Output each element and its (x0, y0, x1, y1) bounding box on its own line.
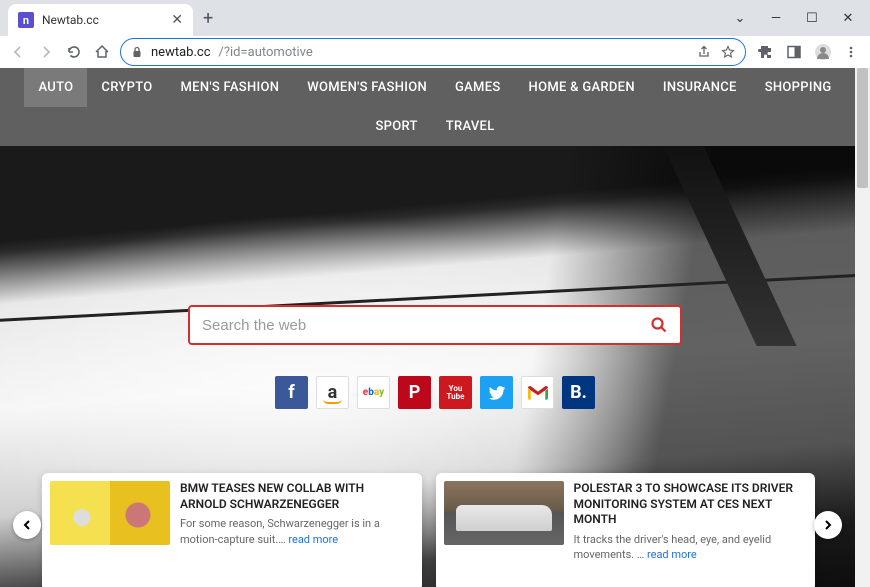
nav-item-home-garden[interactable]: HOME & GARDEN (515, 68, 649, 107)
menu-icon[interactable] (844, 45, 858, 59)
favicon: n (18, 12, 34, 28)
quicklink-youtube[interactable]: You Tube (439, 376, 472, 409)
search-input[interactable] (202, 317, 650, 334)
quicklink-pinterest[interactable]: P (398, 376, 431, 409)
quicklink-booking[interactable]: B. (562, 376, 595, 409)
card-thumbnail (50, 481, 170, 545)
lock-icon (131, 46, 143, 58)
nav-item-games[interactable]: GAMES (441, 68, 515, 107)
browser-toolbar: newtab.cc /?id=automotive (0, 36, 870, 68)
nav-item-shopping[interactable]: SHOPPING (751, 68, 846, 107)
chevron-down-icon[interactable]: ⌄ (730, 11, 750, 26)
read-more-link[interactable]: read more (288, 533, 338, 546)
quick-links: faebayPYou Tube B. (275, 376, 595, 409)
nav-item-crypto[interactable]: CRYPTO (87, 68, 166, 107)
card-body: POLESTAR 3 TO SHOWCASE ITS DRIVER MONITO… (574, 481, 808, 583)
scrollbar[interactable] (855, 68, 870, 587)
search-icon[interactable] (650, 316, 668, 334)
nav-item-men-s-fashion[interactable]: MEN'S FASHION (167, 68, 294, 107)
url-host: newtab.cc (151, 45, 211, 60)
hero-section: faebayPYou Tube B. BMW TEASES NEW COLLAB … (0, 146, 870, 587)
url-path: /?id=automotive (219, 45, 313, 60)
star-icon[interactable] (721, 45, 735, 59)
card-title: POLESTAR 3 TO SHOWCASE ITS DRIVER MONITO… (574, 481, 808, 528)
extensions-icon[interactable] (758, 44, 774, 60)
quicklink-facebook[interactable]: f (275, 376, 308, 409)
card-thumbnail (444, 481, 564, 545)
search-container (188, 305, 682, 345)
article-card[interactable]: POLESTAR 3 TO SHOWCASE ITS DRIVER MONITO… (436, 473, 816, 587)
nav-item-auto[interactable]: AUTO (24, 68, 87, 107)
back-button[interactable] (8, 44, 28, 60)
category-nav: AUTOCRYPTOMEN'S FASHIONWOMEN'S FASHIONGA… (0, 68, 870, 146)
search-box (188, 305, 682, 345)
page-content: AUTOCRYPTOMEN'S FASHIONWOMEN'S FASHIONGA… (0, 68, 870, 587)
article-cards: BMW TEASES NEW COLLAB WITH ARNOLD SCHWAR… (42, 473, 815, 587)
card-title: BMW TEASES NEW COLLAB WITH ARNOLD SCHWAR… (180, 481, 414, 512)
nav-item-insurance[interactable]: INSURANCE (649, 68, 751, 107)
address-bar[interactable]: newtab.cc /?id=automotive (120, 38, 746, 66)
maximize-icon[interactable]: ☐ (802, 11, 822, 26)
nav-item-travel[interactable]: TRAVEL (432, 107, 509, 146)
tab-strip: n Newtab.cc ✕ + ⌄ — ☐ ✕ (0, 0, 870, 36)
scrollbar-thumb[interactable] (857, 68, 868, 188)
reload-button[interactable] (64, 44, 84, 60)
card-description: It tracks the driver's head, eye, and ey… (574, 532, 808, 563)
home-button[interactable] (92, 44, 112, 60)
tab-title: Newtab.cc (42, 13, 163, 27)
forward-button[interactable] (36, 44, 56, 60)
quicklink-twitter[interactable] (480, 376, 513, 409)
quicklink-gmail[interactable] (521, 376, 554, 409)
quicklink-amazon[interactable]: a (316, 376, 349, 409)
profile-icon[interactable] (814, 43, 832, 61)
article-card[interactable]: BMW TEASES NEW COLLAB WITH ARNOLD SCHWAR… (42, 473, 422, 587)
card-body: BMW TEASES NEW COLLAB WITH ARNOLD SCHWAR… (180, 481, 414, 583)
nav-item-women-s-fashion[interactable]: WOMEN'S FASHION (293, 68, 441, 107)
close-icon[interactable]: ✕ (171, 12, 183, 28)
browser-tab[interactable]: n Newtab.cc ✕ (8, 4, 193, 36)
quicklink-ebay[interactable]: ebay (357, 376, 390, 409)
read-more-link[interactable]: read more (647, 548, 697, 561)
new-tab-button[interactable]: + (197, 8, 219, 29)
window-controls: ⌄ — ☐ ✕ (730, 11, 862, 26)
panel-icon[interactable] (786, 44, 802, 60)
card-description: For some reason, Schwarzenegger is in a … (180, 516, 414, 547)
close-window-icon[interactable]: ✕ (838, 11, 858, 26)
browser-chrome: n Newtab.cc ✕ + ⌄ — ☐ ✕ newtab.cc/?id (0, 0, 870, 68)
next-arrow-button[interactable] (814, 511, 842, 539)
nav-item-sport[interactable]: SPORT (361, 107, 431, 146)
minimize-icon[interactable]: — (766, 11, 786, 26)
prev-arrow-button[interactable] (13, 511, 41, 539)
share-icon[interactable] (697, 45, 711, 59)
